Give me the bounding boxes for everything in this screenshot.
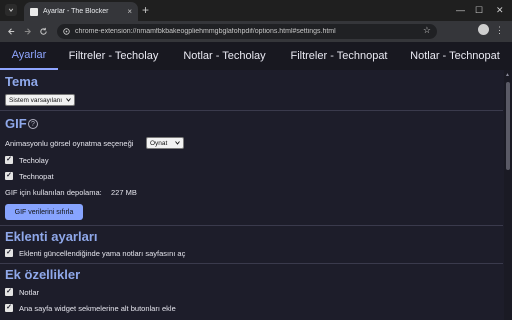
tab-search-button[interactable] [5,4,17,16]
techolay-label: Techolay [19,156,49,165]
chevron-down-icon [175,141,180,145]
extension-settings-title: Eklenti ayarları [5,229,98,244]
technopat-label: Technopat [19,172,54,181]
browser-tab-title: Ayarlar - The Blocker [43,8,109,15]
settings-tab-bar: Ayarlar Filtreler - Techolay Notlar - Te… [0,42,512,70]
techolay-checkbox[interactable]: ✓ [5,156,13,164]
scrollbar-thumb[interactable] [506,82,510,170]
address-bar[interactable]: chrome-extension://nmamfbkbakeogpliehmmg… [57,24,437,39]
notes-label: Notlar [19,288,40,297]
extension-favicon-icon [30,7,38,16]
gif-storage-label: GIF için kullanılan depolama: [5,188,102,197]
reload-button[interactable] [36,24,50,38]
settings-content: Tema Sistem varsayılanı GIF ? Animasyonl… [0,70,512,320]
close-window-button[interactable]: ✕ [496,3,504,17]
help-icon[interactable]: ? [28,119,38,129]
patch-notes-label: Eklenti güncellendiğinde yama notları sa… [19,249,186,258]
browser-tabstrip: Ayarlar - The Blocker × + — ☐ ✕ [0,0,512,21]
browser-toolbar: chrome-extension://nmamfbkbakeogpliehmmg… [0,21,512,42]
gif-autoplay-select[interactable]: Oynat [146,137,184,149]
scrollbar[interactable]: ▲ [504,70,512,320]
widget-buttons-checkbox[interactable]: ✓ [5,304,13,312]
new-tab-button[interactable]: + [142,3,149,17]
theme-select-value: Sistem varsayılanı [9,96,63,104]
forward-button[interactable] [20,24,34,38]
browser-menu-icon[interactable]: ⋮ [495,24,504,36]
maximize-button[interactable]: ☐ [475,3,483,17]
tab-notlar-technopat[interactable]: Notlar - Technopat [398,42,512,70]
notes-checkbox[interactable]: ✓ [5,288,13,296]
gif-storage-value: 227 MB [111,188,137,197]
widget-buttons-label: Ana sayfa widget sekmelerine alt butonla… [19,304,176,313]
arrow-left-icon [7,27,14,35]
extension-page-icon [63,28,70,35]
chevron-down-icon [8,8,14,12]
gif-autoplay-value: Oynat [150,139,168,147]
tab-notlar-techolay[interactable]: Notlar - Techolay [169,42,280,70]
clear-gif-data-button[interactable]: GIF verilerini sıfırla [5,204,83,220]
section-divider [0,110,503,111]
back-button[interactable] [4,24,18,38]
bookmark-star-icon[interactable]: ☆ [423,25,431,36]
theme-section-title: Tema [5,74,38,89]
section-divider [0,263,503,264]
browser-tab[interactable]: Ayarlar - The Blocker × [24,2,138,21]
gif-autoplay-label: Animasyonlu görsel oynatma seçeneği [5,139,134,148]
chevron-down-icon [66,98,71,102]
tab-filtreler-techolay[interactable]: Filtreler - Techolay [58,42,169,70]
gif-section-title: GIF [5,116,27,131]
minimize-button[interactable]: — [456,3,465,17]
theme-select[interactable]: Sistem varsayılanı [5,94,75,106]
tab-filtreler-technopat[interactable]: Filtreler - Technopat [280,42,398,70]
patch-notes-checkbox[interactable]: ✓ [5,249,13,257]
arrow-right-icon [24,27,31,35]
reload-icon [39,27,47,35]
address-url: chrome-extension://nmamfbkbakeogpliehmmg… [75,28,336,35]
scroll-up-icon[interactable]: ▲ [505,72,510,78]
profile-avatar[interactable] [478,24,489,35]
tab-ayarlar[interactable]: Ayarlar [0,42,58,70]
technopat-checkbox[interactable]: ✓ [5,172,13,180]
section-divider [0,225,503,226]
extras-section-title: Ek özellikler [5,267,81,282]
close-tab-icon[interactable]: × [127,7,132,16]
